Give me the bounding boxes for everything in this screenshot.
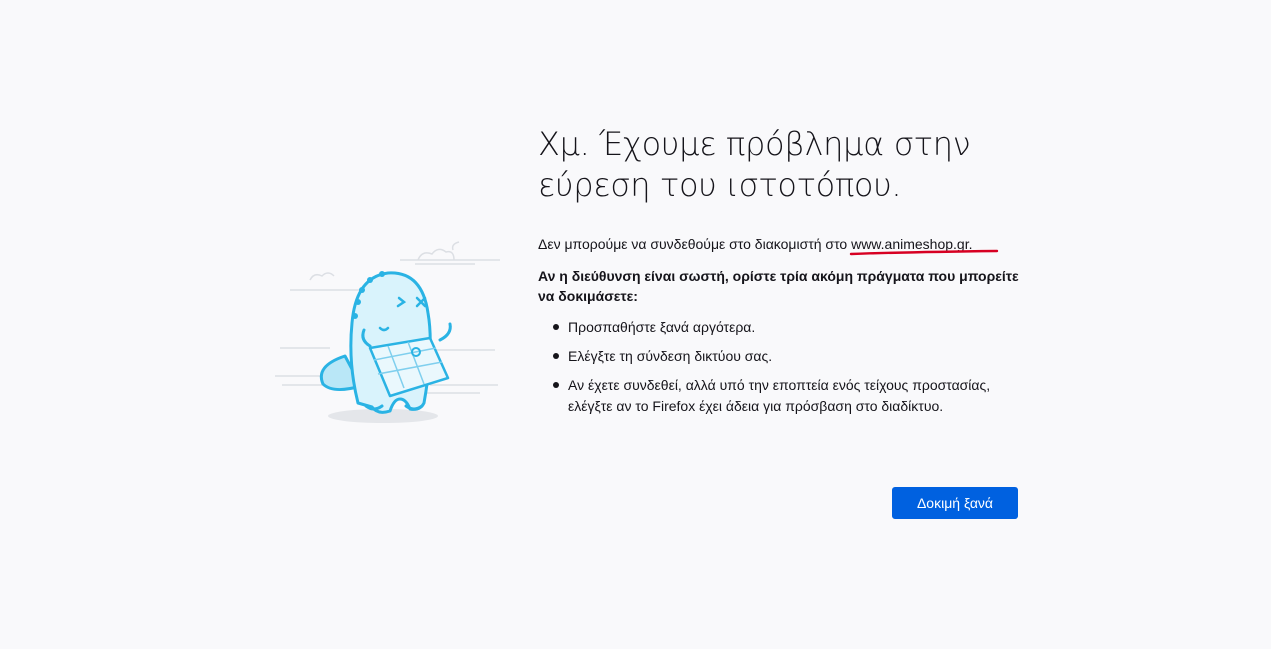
retry-button[interactable]: Δοκιμή ξανά bbox=[892, 487, 1018, 519]
suggestions-list: Προσπαθήστε ξανά αργότερα. Ελέγξτε τη σύ… bbox=[538, 317, 1020, 417]
bullet-dot-icon bbox=[553, 353, 559, 359]
suggestion-text: Προσπαθήστε ξανά αργότερα. bbox=[568, 319, 756, 335]
annotation-underline-icon bbox=[849, 249, 999, 256]
error-page: Χμ. Έχουμε πρόβλημα στην εύρεση του ιστο… bbox=[0, 0, 1271, 649]
error-title: Χμ. Έχουμε πρόβλημα στην εύρεση του ιστο… bbox=[538, 124, 1020, 206]
suggestions-heading: Αν η διεύθυνση είναι σωστή, ορίστε τρία … bbox=[538, 268, 1019, 304]
list-item: Αν έχετε συνδεθεί, αλλά υπό την εποπτεία… bbox=[553, 375, 1020, 417]
suggestion-text: Αν έχετε συνδεθεί, αλλά υπό την εποπτεία… bbox=[568, 377, 991, 414]
list-item: Ελέγξτε τη σύνδεση δικτύου σας. bbox=[553, 346, 1020, 367]
error-host: www.animeshop.gr. bbox=[849, 234, 999, 256]
error-description: Δεν μπορούμε να συνδεθούμε στο διακομιστ… bbox=[538, 234, 1020, 256]
bullet-dot-icon bbox=[553, 382, 559, 388]
list-item: Προσπαθήστε ξανά αργότερα. bbox=[553, 317, 1020, 338]
error-title-line2: εύρεση του ιστοτόπου. bbox=[538, 166, 902, 204]
error-content: Χμ. Έχουμε πρόβλημα στην εύρεση του ιστο… bbox=[538, 124, 1020, 425]
error-title-line1: Χμ. Έχουμε πρόβλημα στην bbox=[538, 125, 971, 163]
suggestion-text: Ελέγξτε τη σύνδεση δικτύου σας. bbox=[568, 348, 773, 364]
confused-dinosaur-with-map-icon bbox=[275, 241, 500, 423]
bullet-dot-icon bbox=[553, 324, 559, 330]
error-description-text: Δεν μπορούμε να συνδεθούμε στο διακομιστ… bbox=[538, 236, 852, 252]
